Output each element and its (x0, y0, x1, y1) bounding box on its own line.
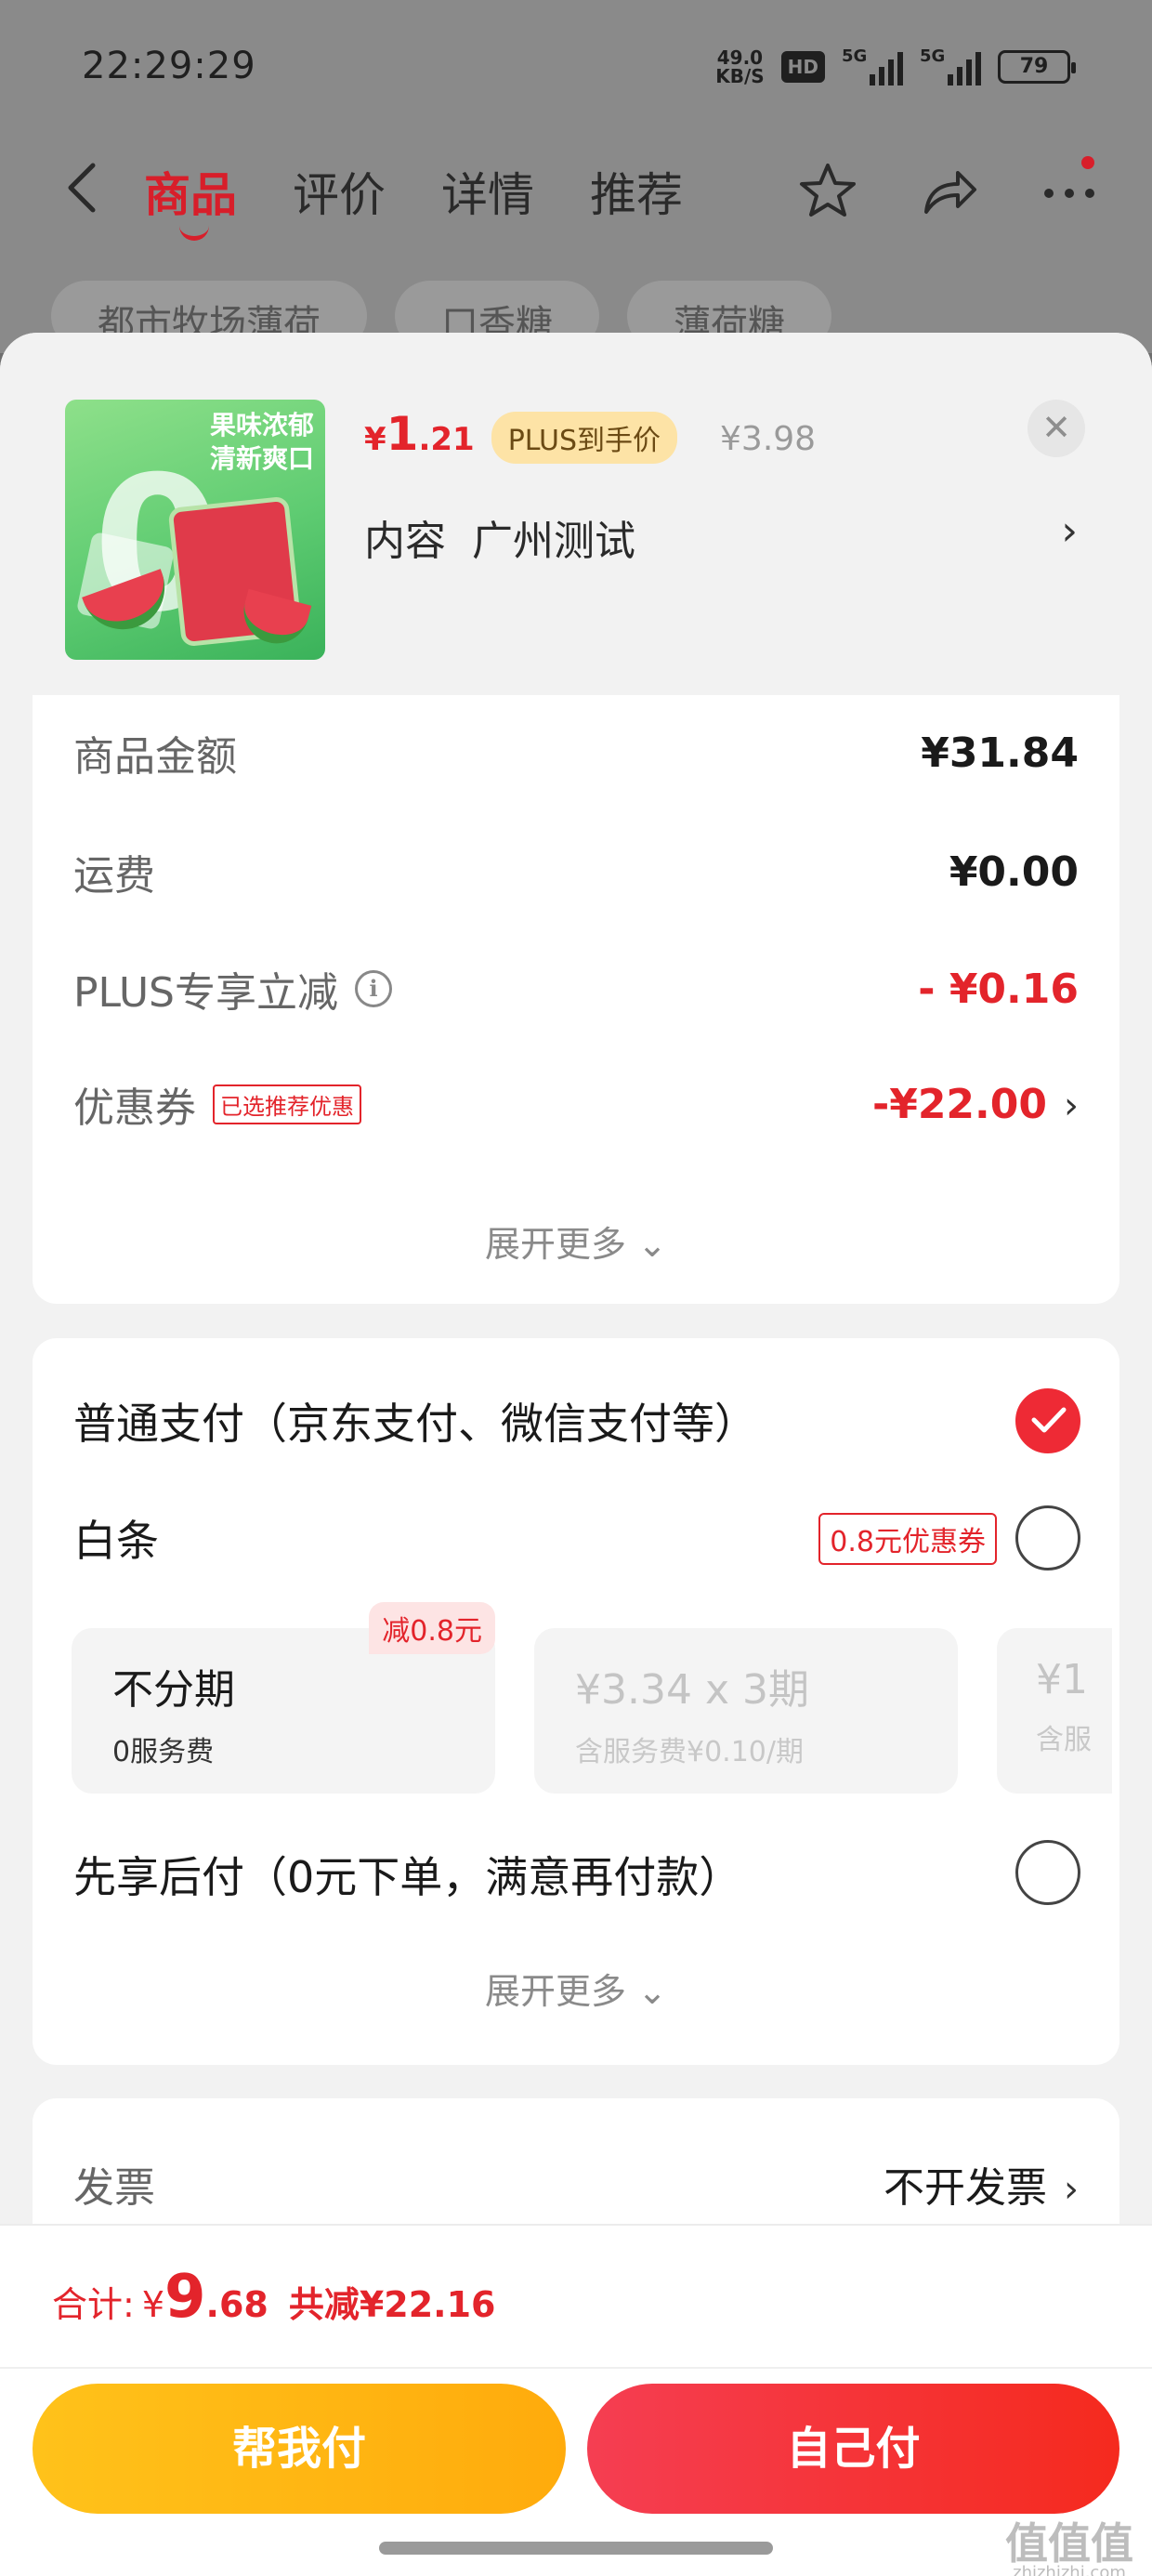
expand-more-amount[interactable]: 展开更多 ⌄ (33, 1216, 1119, 1267)
watermark-logo: 值值值 zhizhizhi.com (1005, 2522, 1133, 2576)
chevron-down-icon: ⌄ (637, 1971, 667, 2012)
price-row: ¥1.21 PLUS到手价 ¥3.98 (364, 407, 816, 464)
nav-actions (796, 160, 1101, 223)
plan-no-installment[interactable]: 不分期 0服务费 减0.8元 (72, 1602, 495, 1794)
battery-icon: 79 (998, 50, 1076, 84)
help-pay-button[interactable]: 帮我付 (33, 2384, 566, 2514)
network-speed-value: 49.0 (716, 46, 764, 69)
chevron-right-icon: › (1064, 1084, 1079, 1127)
star-icon[interactable] (796, 160, 859, 223)
notification-dot (1081, 156, 1094, 169)
signal-icon-sim1: 5G (842, 46, 903, 85)
signal-label-sim2: 5G (920, 46, 946, 66)
goods-amount-value: ¥31.84 (921, 729, 1079, 777)
pay-later-label[interactable]: 先享后付（0元下单，满意再付款） (73, 1844, 741, 1905)
watermark-text: 值值值 (1005, 2518, 1133, 2569)
coupon-label-group: 优惠券 已选推荐优惠 (73, 1074, 361, 1134)
coupon-value-group: -¥22.00 › (872, 1081, 1079, 1128)
watermark-url: zhizhizhi.com (1013, 2563, 1126, 2576)
pay-later-radio[interactable] (1015, 1840, 1080, 1905)
plus-discount-label: PLUS专享立减 (73, 969, 338, 1017)
plus-discount-label-group: PLUS专享立减 i (73, 959, 392, 1019)
close-button[interactable]: ✕ (1028, 400, 1085, 457)
divider (0, 2367, 1152, 2369)
coupon-value: -¥22.00 (871, 1080, 1047, 1128)
signal-label-sim1: 5G (842, 46, 868, 66)
invoice-label: 发票 (73, 2164, 155, 2212)
total-amount: ¥9.68 (141, 2263, 268, 2332)
plus-discount-row: PLUS专享立减 i - ¥0.16 (73, 959, 1079, 1019)
bottom-action-bar: 合计: ¥9.68 共减¥22.16 帮我付 自己付 值值值 zhizhizhi… (0, 2224, 1152, 2576)
back-icon[interactable] (58, 160, 113, 216)
more-icon[interactable] (1038, 160, 1101, 223)
amount-card: 商品金额 ¥31.84 运费 ¥0.00 PLUS专享立减 i - ¥0.16 … (33, 695, 1119, 1304)
total-reduce: 共减¥22.16 (288, 2284, 496, 2325)
chevron-down-icon: ⌄ (637, 1224, 667, 1265)
tab-details[interactable]: 详情 (441, 158, 534, 225)
spec-selector[interactable]: 内容 广州测试 (364, 507, 635, 567)
self-pay-button[interactable]: 自己付 (587, 2384, 1119, 2514)
slogan-line-2: 清新爽口 (209, 443, 314, 474)
coupon-label: 优惠券 (73, 1084, 196, 1132)
close-icon: ✕ (1041, 407, 1071, 448)
order-total: 合计: ¥9.68 共减¥22.16 (52, 2263, 496, 2332)
total-label: 合计: (52, 2284, 135, 2325)
plan-3-installments[interactable]: ¥3.34 x 3期 含服务费¥0.10/期 (534, 1628, 958, 1794)
plus-discount-value: - ¥0.16 (918, 965, 1079, 1013)
plan-more-installments[interactable]: ¥1 含服 (997, 1628, 1112, 1794)
network-speed-unit: KB/S (715, 65, 765, 87)
background-page: 22:29:29 49.0 KB/S HD 5G 5G 79 商品 评价 详情 (0, 0, 1152, 353)
share-icon[interactable] (917, 160, 980, 223)
expand-more-label: 展开更多 (485, 1224, 627, 1265)
plan-title: ¥1 (1036, 1656, 1088, 1703)
product-image[interactable]: 0 果味浓郁 清新爽口 (65, 400, 325, 660)
home-indicator[interactable] (379, 2542, 773, 2555)
status-time: 22:29:29 (82, 45, 256, 87)
plan-title: 不分期 (112, 1666, 235, 1714)
network-speed: 49.0 KB/S (715, 48, 764, 85)
current-price: ¥1.21 (364, 407, 475, 461)
original-price: ¥3.98 (720, 420, 817, 458)
plus-price-tag: PLUS到手价 (491, 412, 678, 464)
product-image-slogan: 果味浓郁 清新爽口 (184, 409, 314, 476)
watermelon-graphic (236, 588, 312, 651)
plan-title: ¥3.34 x 3期 (575, 1666, 809, 1714)
nav-tabs: 商品 评价 详情 推荐 (144, 158, 683, 241)
chevron-right-icon[interactable]: › (1061, 507, 1078, 555)
plan-subtitle: 0服务费 (112, 1736, 215, 1768)
spec-value: 广州测试 (472, 518, 635, 565)
plan-subtitle: 含服务费¥0.10/期 (575, 1736, 804, 1768)
tab-goods[interactable]: 商品 (144, 158, 237, 241)
shipping-row: 运费 ¥0.00 (73, 842, 1079, 901)
signal-icon-sim2: 5G (920, 46, 981, 85)
invoice-value-group: 不开发票 › (884, 2154, 1079, 2214)
chevron-right-icon: › (1064, 2168, 1079, 2211)
expand-more-payment[interactable]: 展开更多 ⌄ (33, 1963, 1119, 2014)
shipping-label: 运费 (73, 852, 155, 900)
hd-icon: HD (780, 51, 825, 83)
plan-discount-badge: 减0.8元 (369, 1602, 495, 1654)
tab-recommend[interactable]: 推荐 (590, 158, 683, 225)
goods-amount-label: 商品金额 (73, 733, 237, 781)
coupon-recommend-badge: 已选推荐优惠 (213, 1084, 361, 1124)
shipping-value: ¥0.00 (949, 848, 1079, 896)
product-header: 0 果味浓郁 清新爽口 ¥1.21 PLUS到手价 ¥3.98 ✕ 内容 广州测… (0, 333, 1152, 695)
spec-label: 内容 (364, 518, 446, 565)
tab-reviews[interactable]: 评价 (293, 158, 386, 225)
info-icon[interactable]: i (355, 970, 392, 1007)
installment-plans: 不分期 0服务费 减0.8元 ¥3.34 x 3期 含服务费¥0.10/期 ¥1… (72, 1338, 1112, 2065)
expand-more-label: 展开更多 (485, 1971, 627, 2012)
coupon-row[interactable]: 优惠券 已选推荐优惠 -¥22.00 › (73, 1074, 1079, 1134)
goods-amount-row: 商品金额 ¥31.84 (73, 723, 1079, 782)
plan-subtitle: 含服 (1036, 1724, 1092, 1756)
payment-card: 普通支付（京东支付、微信支付等） 白条 0.8元优惠券 不分期 0服务费 减0.… (33, 1338, 1119, 2065)
invoice-value: 不开发票 (884, 2164, 1047, 2212)
status-icons: 49.0 KB/S HD 5G 5G 79 (715, 46, 1076, 85)
status-bar: 22:29:29 49.0 KB/S HD 5G 5G 79 (0, 0, 1152, 130)
nav-bar: 商品 评价 详情 推荐 (0, 139, 1152, 242)
slogan-line-1: 果味浓郁 (209, 410, 314, 440)
invoice-row[interactable]: 发票 不开发票 › (73, 2154, 1079, 2214)
